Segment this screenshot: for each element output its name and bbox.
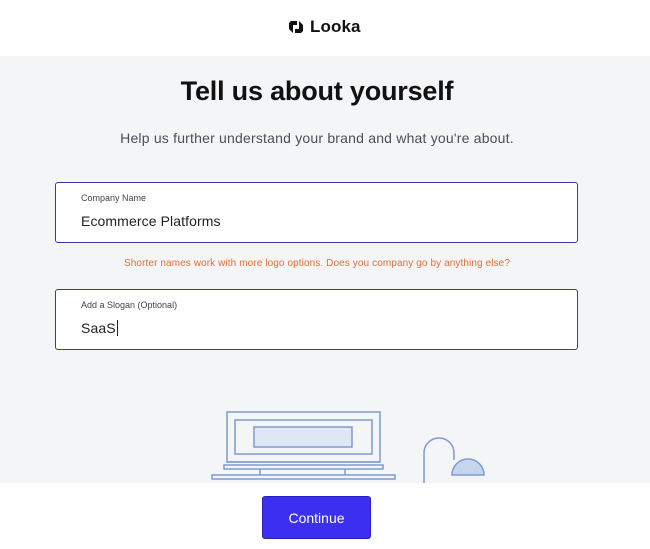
company-name-hint: Shorter names work with more logo option… bbox=[124, 258, 510, 269]
brand-logo[interactable]: Looka bbox=[287, 16, 361, 38]
slogan-label: Add a Slogan (Optional) bbox=[81, 300, 178, 310]
workspace-illustration bbox=[200, 405, 500, 490]
looka-logo-icon bbox=[287, 18, 305, 36]
footer-bar: Continue bbox=[0, 483, 650, 549]
continue-button[interactable]: Continue bbox=[262, 496, 371, 539]
text-cursor bbox=[116, 320, 118, 336]
slogan-field[interactable]: Add a Slogan (Optional) SaaS bbox=[55, 289, 578, 350]
page-subtitle: Help us further understand your brand an… bbox=[120, 130, 514, 146]
company-name-label: Company Name bbox=[81, 193, 147, 203]
company-name-input[interactable]: Ecommerce Platforms bbox=[81, 213, 221, 229]
company-name-field[interactable]: Company Name Ecommerce Platforms bbox=[55, 182, 578, 243]
slogan-text: SaaS bbox=[81, 320, 116, 336]
top-bar: Looka bbox=[0, 0, 650, 56]
brand-name: Looka bbox=[310, 17, 361, 36]
slogan-input[interactable]: SaaS bbox=[81, 320, 118, 336]
page-title: Tell us about yourself bbox=[180, 76, 454, 106]
